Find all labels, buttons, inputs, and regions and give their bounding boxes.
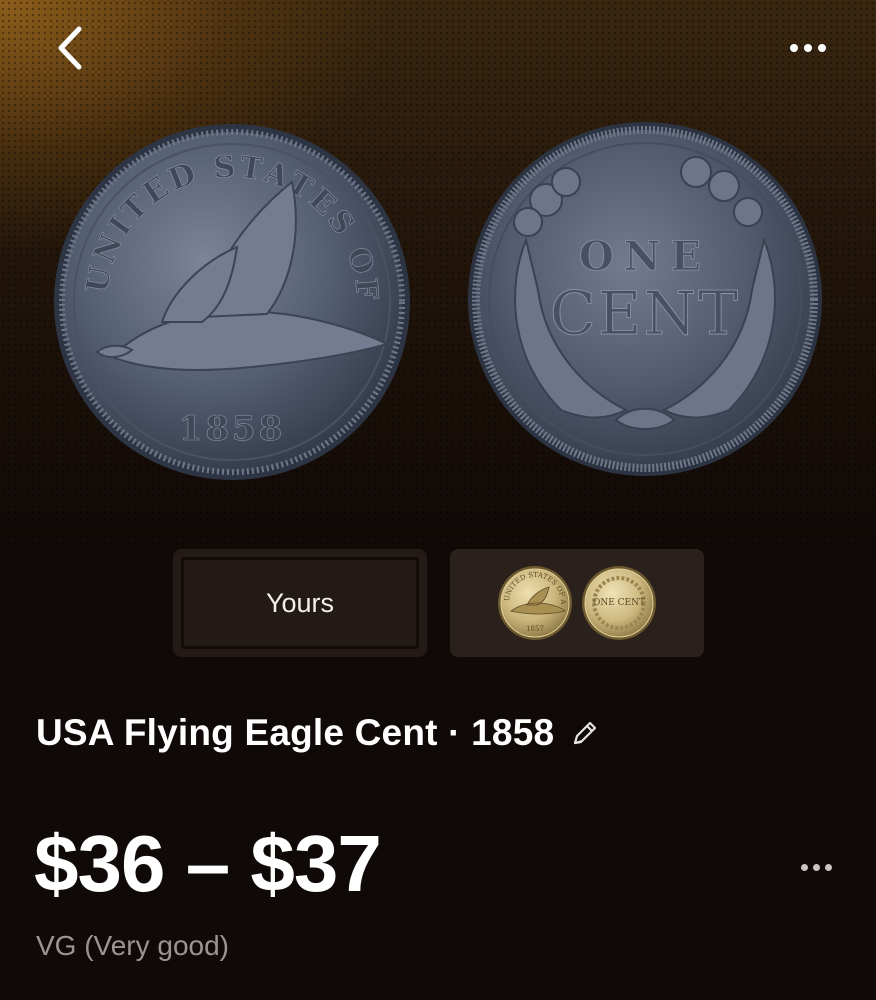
chevron-left-icon [58, 26, 82, 70]
reference-coin-reverse: ONE CENT [582, 566, 656, 640]
price-more-button[interactable] [792, 852, 840, 882]
thumbnail-yours[interactable]: Yours [173, 549, 427, 657]
back-button[interactable] [44, 22, 96, 74]
pencil-icon [574, 721, 597, 745]
svg-text:1857: 1857 [526, 625, 544, 633]
coin-grade: VG (Very good) [36, 930, 229, 961]
price-range: $36 – $37 [34, 819, 382, 908]
more-options-button[interactable] [780, 28, 836, 68]
reference-coin-obverse: UNITED STATES OF AMERICA 1857 [497, 565, 572, 640]
reverse-denomination-top: ONE [579, 233, 711, 280]
item-title: USA Flying Eagle Cent · 1858 [36, 712, 555, 753]
ellipsis-horizontal-icon [790, 44, 798, 52]
ellipsis-horizontal-icon [800, 863, 808, 871]
obverse-date: 1858 [179, 409, 286, 449]
reverse-denomination: CENT [550, 279, 740, 349]
svg-text:ONE CENT: ONE CENT [593, 598, 645, 608]
thumbnail-yours-label: Yours [265, 587, 335, 618]
thumbnail-reference[interactable]: UNITED STATES OF AMERICA 1857 ONE CENT [450, 549, 704, 657]
coin-obverse-image[interactable]: UNITED STATES OF AMERICA 1858 [52, 122, 412, 482]
item-title-row: USA Flying Eagle Cent · 1858 [36, 712, 602, 754]
image-switcher: Yours UNITED STATES OF AMERICA 1857 [173, 549, 704, 657]
edit-title-button[interactable] [568, 716, 602, 750]
coin-reverse-image[interactable]: ONE CENT [466, 120, 824, 478]
